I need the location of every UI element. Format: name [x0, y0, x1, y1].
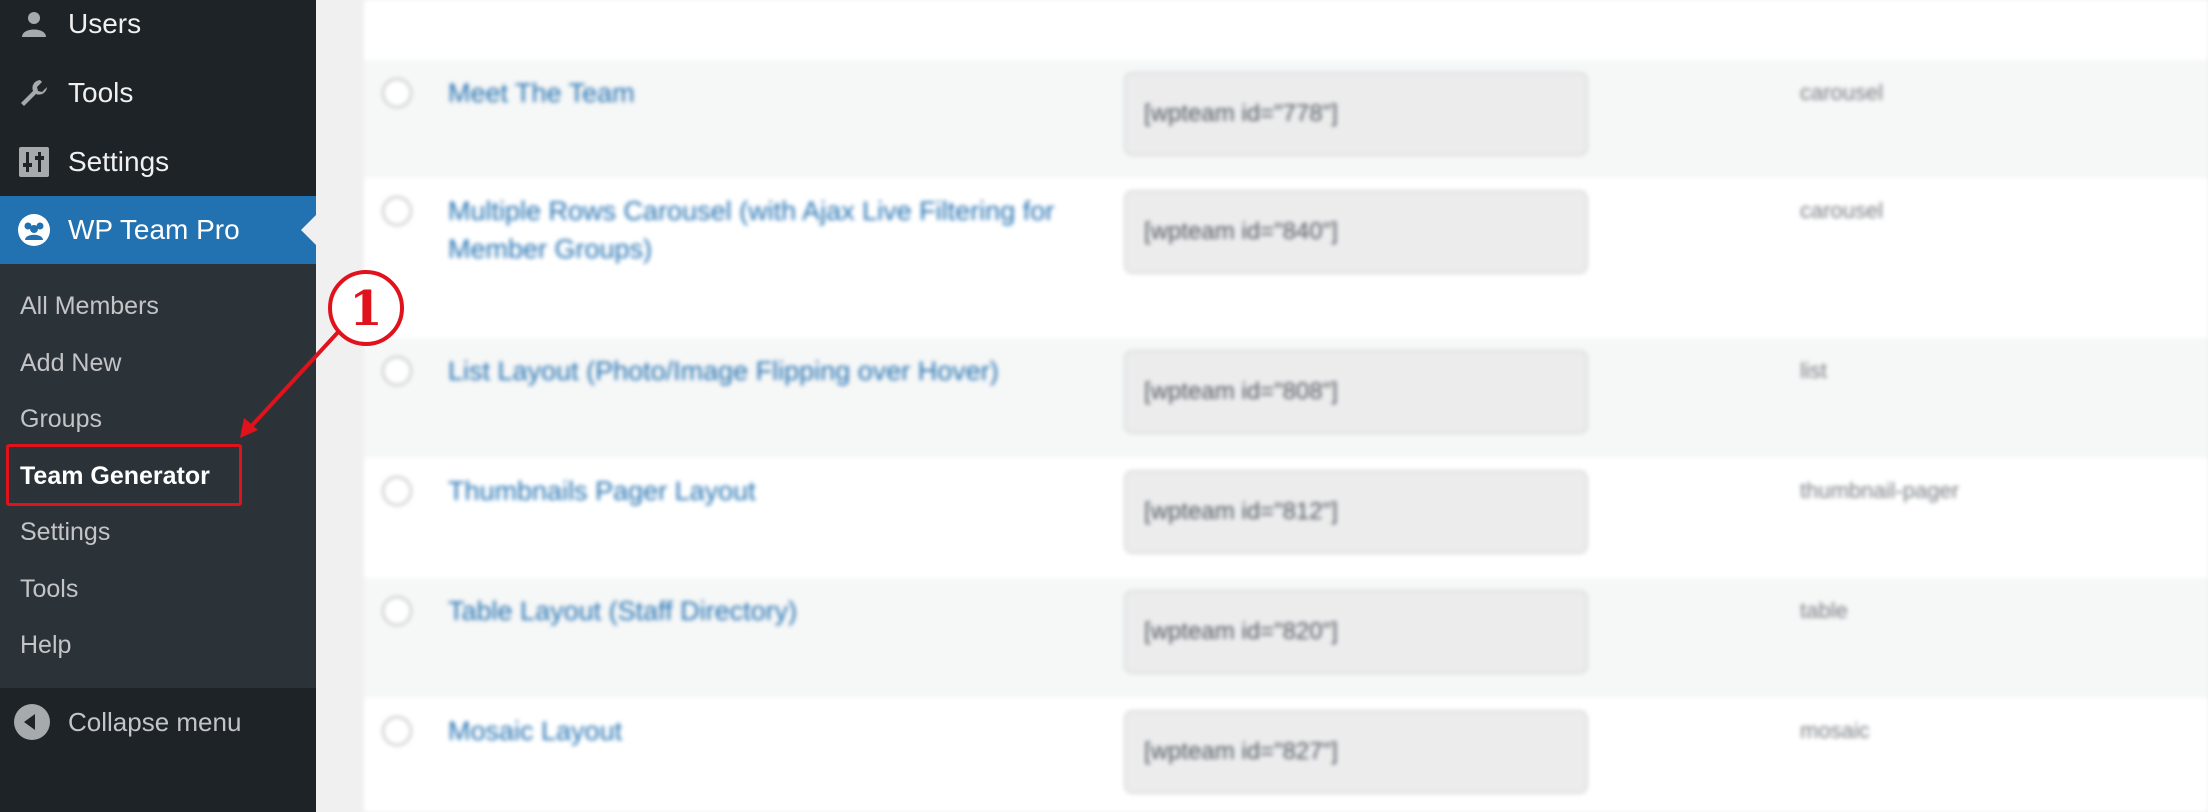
team-icon	[14, 210, 54, 250]
menu-item-label: WP Team Pro	[68, 214, 240, 245]
submenu-groups[interactable]: Groups	[20, 399, 102, 439]
row-layout: list	[1800, 358, 1827, 383]
submenu-all-members[interactable]: All Members	[20, 286, 159, 326]
shortcode-field[interactable]: [wpteam id="827"]	[1124, 710, 1588, 794]
menu-item-label: Users	[68, 8, 142, 39]
table-row: Meet The Team [wpteam id="778"] carousel	[364, 60, 2208, 178]
collapse-menu-button[interactable]: Collapse menu	[0, 688, 316, 756]
row-checkbox[interactable]	[382, 78, 412, 108]
settings-sliders-icon	[14, 142, 54, 182]
collapse-menu-label: Collapse menu	[68, 706, 242, 737]
row-layout: carousel	[1800, 198, 1884, 223]
wp-admin-page: Users Tools Settings WP Team Pro All Mem…	[0, 0, 2208, 812]
collapse-arrow-icon	[14, 704, 50, 740]
user-icon	[14, 4, 54, 44]
shortcode-field[interactable]: [wpteam id="778"]	[1124, 72, 1588, 156]
shortcode-field[interactable]: [wpteam id="840"]	[1124, 190, 1588, 274]
main-content: Meet The Team [wpteam id="778"] carousel…	[316, 0, 2208, 812]
row-checkbox[interactable]	[382, 356, 412, 386]
submenu-tools[interactable]: Tools	[20, 569, 78, 609]
row-title-link[interactable]: Table Layout (Staff Directory)	[448, 592, 1088, 630]
table-row: Thumbnails Pager Layout [wpteam id="812"…	[364, 458, 2208, 578]
menu-item-label: Tools	[68, 77, 134, 108]
row-layout: thumbnail-pager	[1800, 478, 1959, 503]
step-number-badge: 1	[328, 270, 404, 346]
table-row: Mosaic Layout [wpteam id="827"] mosaic	[364, 698, 2208, 812]
submenu-add-new[interactable]: Add New	[20, 343, 121, 383]
menu-item-wp-team-pro[interactable]: WP Team Pro	[0, 196, 316, 264]
table-row: Multiple Rows Carousel (with Ajax Live F…	[364, 178, 2208, 338]
row-layout: mosaic	[1800, 718, 1870, 743]
wrench-icon	[14, 73, 54, 113]
row-title-link[interactable]: List Layout (Photo/Image Flipping over H…	[448, 352, 1088, 390]
row-checkbox[interactable]	[382, 596, 412, 626]
row-title-link[interactable]: Meet The Team	[448, 74, 1088, 112]
team-generator-list: Meet The Team [wpteam id="778"] carousel…	[364, 0, 2208, 812]
shortcode-field[interactable]: [wpteam id="812"]	[1124, 470, 1588, 554]
row-checkbox[interactable]	[382, 716, 412, 746]
shortcode-field[interactable]: [wpteam id="820"]	[1124, 590, 1588, 674]
row-title-link[interactable]: Thumbnails Pager Layout	[448, 472, 1088, 510]
row-title-link[interactable]: Mosaic Layout	[448, 712, 1088, 750]
row-checkbox[interactable]	[382, 196, 412, 226]
submenu-settings[interactable]: Settings	[20, 512, 110, 552]
row-layout: table	[1800, 598, 1848, 623]
menu-item-settings[interactable]: Settings	[0, 128, 316, 196]
row-layout: carousel	[1800, 80, 1884, 105]
menu-item-tools[interactable]: Tools	[0, 59, 316, 127]
admin-sidebar: Users Tools Settings WP Team Pro All Mem…	[0, 0, 316, 812]
table-row: Table Layout (Staff Directory) [wpteam i…	[364, 578, 2208, 698]
row-title-link[interactable]: Multiple Rows Carousel (with Ajax Live F…	[448, 192, 1088, 268]
submenu-help[interactable]: Help	[20, 625, 71, 665]
shortcode-field[interactable]: [wpteam id="808"]	[1124, 350, 1588, 434]
table-row: List Layout (Photo/Image Flipping over H…	[364, 338, 2208, 458]
menu-item-label: Settings	[68, 146, 170, 177]
team-generator-highlight	[6, 444, 242, 506]
row-checkbox[interactable]	[382, 476, 412, 506]
menu-item-users[interactable]: Users	[0, 0, 316, 58]
